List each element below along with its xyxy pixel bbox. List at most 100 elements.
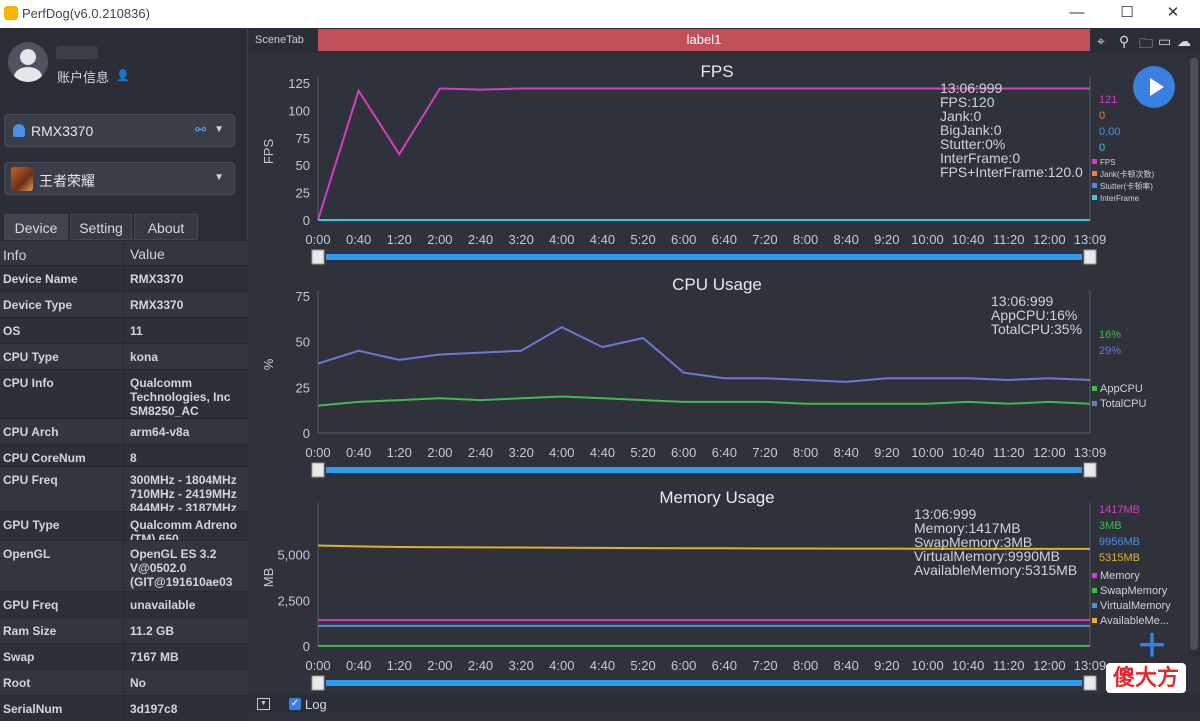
row-value: 11.2 GB <box>130 624 175 638</box>
x-tick-label: 8:00 <box>793 658 818 673</box>
sidebar: 账户信息 👤 RMX3370 ⚯ ▼ 王者荣耀 ▼ Device Setting… <box>0 28 248 721</box>
x-tick-label: 2:00 <box>427 658 452 673</box>
x-tick-label: 10:00 <box>911 232 944 247</box>
x-tick-label: 11:20 <box>993 232 1025 247</box>
tab-setting[interactable]: Setting <box>70 214 132 240</box>
close-button[interactable]: ✕ <box>1150 0 1196 28</box>
x-tick-label: 13:09 <box>1074 658 1107 673</box>
tab-about[interactable]: About <box>134 214 198 240</box>
y-tick-label: 75 <box>296 131 310 146</box>
row-key: Root <box>3 676 31 690</box>
legend-value: 0.00 <box>1099 126 1120 138</box>
row-key: GPU Type <box>3 518 60 532</box>
legend-swatch <box>1092 183 1097 188</box>
maximize-button[interactable]: ☐ <box>1104 0 1150 28</box>
charts-svg: FPS FPS 0 25 50 75 100 125 0:00 0:40 1:20 2:00 2:40 3… <box>261 62 1171 691</box>
x-tick-label: 4:40 <box>590 445 615 460</box>
table-row: CPU Arch arm64-v8a <box>0 418 248 444</box>
x-tick-label: 8:40 <box>834 232 859 247</box>
legend-value: 5315MB <box>1099 552 1140 564</box>
avatar[interactable] <box>8 42 48 82</box>
table-row: GPU Type Qualcomm Adreno (TM) 650 <box>0 511 248 546</box>
title-bar: PerfDog(v6.0.210836) — ☐ ✕ <box>0 0 1200 28</box>
scrollbar-thumb[interactable] <box>1190 58 1198 650</box>
cloud-icon[interactable]: ☁ <box>1177 33 1191 50</box>
x-tick-label: 11:20 <box>993 658 1025 673</box>
x-tick-label: 5:20 <box>630 232 655 247</box>
android-icon <box>13 124 25 137</box>
x-tick-label: 4:40 <box>590 232 615 247</box>
tooltip-text: TotalCPU:35% <box>991 321 1082 337</box>
x-tick-label: 2:00 <box>427 232 452 247</box>
row-key: CPU Info <box>3 376 54 390</box>
folder-icon[interactable]: ▭ <box>1158 33 1171 50</box>
row-value: 7167 MB <box>130 650 179 664</box>
x-tick-label: 2:00 <box>427 445 452 460</box>
legend-swatch <box>1092 159 1097 164</box>
x-tick-label: 7:20 <box>752 658 777 673</box>
x-tick-label: 12:00 <box>1033 445 1066 460</box>
x-tick-label: 0:40 <box>346 445 371 460</box>
legend-swatch <box>1092 573 1097 578</box>
play-button[interactable] <box>1133 66 1175 108</box>
legend-entry: Stutter(卡顿率) <box>1100 181 1153 191</box>
row-key: CPU CoreNum <box>3 451 86 465</box>
x-tick-label: 9:20 <box>874 658 899 673</box>
x-tick-label: 6:00 <box>671 232 696 247</box>
y-tick-label: 0 <box>303 426 310 441</box>
x-tick-label: 1:20 <box>387 232 412 247</box>
legend-entry: InterFrame <box>1100 194 1140 203</box>
user-settings-icon[interactable]: 👤 <box>116 69 130 82</box>
vertical-scrollbar[interactable] <box>1188 56 1200 656</box>
legend-entry: Jank(卡顿次数) <box>1100 169 1155 179</box>
pin-icon[interactable]: ⚲ <box>1119 33 1129 50</box>
x-tick-label: 1:20 <box>387 445 412 460</box>
account-info-label[interactable]: 账户信息 <box>57 67 109 86</box>
row-value: RMX3370 <box>130 298 184 312</box>
legend-swatch <box>1092 195 1097 200</box>
legend-swatch <box>1092 588 1097 593</box>
series-line <box>317 325 1091 383</box>
x-tick-label: 10:40 <box>952 232 985 247</box>
tab-device[interactable]: Device <box>4 214 68 240</box>
range-slider-right-handle <box>1083 249 1097 265</box>
row-value: RMX3370 <box>130 272 184 286</box>
table-row: Root No <box>0 669 248 695</box>
legend-swatch <box>1092 603 1097 608</box>
chart-title: Memory Usage <box>659 488 774 507</box>
x-tick-label: 12:00 <box>1033 232 1066 247</box>
y-tick-label: 100 <box>288 103 310 118</box>
legend-value: 121 <box>1099 94 1117 106</box>
table-row: Device Type RMX3370 <box>0 291 248 317</box>
row-key: CPU Freq <box>3 473 58 487</box>
y-tick-label: 0 <box>303 213 310 228</box>
x-tick-label: 8:00 <box>793 445 818 460</box>
series-line <box>317 395 1091 407</box>
scene-tab-button[interactable]: SceneTab <box>255 34 304 46</box>
x-tick-label: 0:40 <box>346 658 371 673</box>
minimize-button[interactable]: — <box>1054 0 1100 28</box>
row-value: No <box>130 676 146 690</box>
collapse-arrow-icon[interactable]: ▼ <box>257 698 270 710</box>
location-icon[interactable]: ⌖ <box>1097 33 1105 50</box>
device-select[interactable]: RMX3370 ⚯ ▼ <box>4 114 235 147</box>
table-header: Info Value <box>0 240 248 265</box>
add-chart-icon[interactable]: + <box>1138 622 1166 670</box>
scene-label[interactable]: label1 <box>318 29 1090 51</box>
app-select[interactable]: 王者荣耀 ▼ <box>4 162 235 195</box>
x-tick-label: 12:00 <box>1033 658 1066 673</box>
y-axis-label: MB <box>261 568 276 588</box>
y-tick-label: 0 <box>303 639 310 654</box>
device-select-label: RMX3370 <box>31 123 94 139</box>
row-key: Device Type <box>3 298 73 312</box>
x-tick-label: 6:40 <box>712 445 737 460</box>
x-tick-label: 4:40 <box>590 658 615 673</box>
link-icon[interactable]: ⚯ <box>195 122 206 138</box>
x-tick-label: 3:20 <box>509 232 534 247</box>
tooltip-text: FPS+InterFrame:120.0 <box>940 164 1083 180</box>
x-tick-label: 6:40 <box>712 232 737 247</box>
legend-entry: FPS <box>1100 158 1116 167</box>
legend-value: 16% <box>1099 329 1121 341</box>
log-checkbox[interactable]: ✓ <box>289 698 301 710</box>
table-row: SerialNum 3d197c8 <box>0 695 248 721</box>
